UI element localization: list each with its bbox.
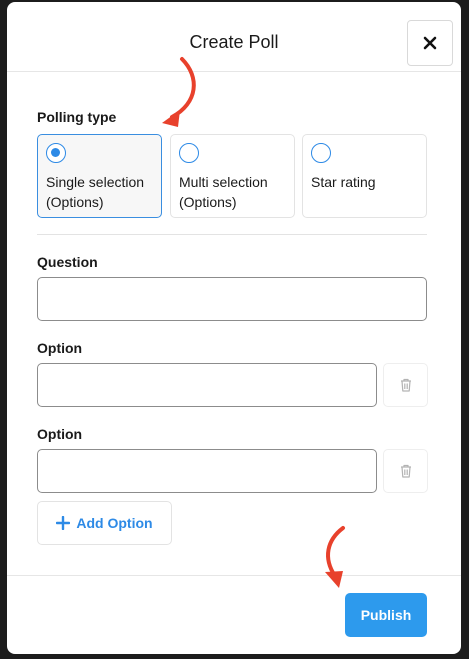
option-input[interactable] (37, 363, 377, 407)
add-option-label: Add Option (76, 515, 153, 531)
add-option-button[interactable]: Add Option (37, 501, 172, 545)
polling-type-option-label: Single selection (Options) (46, 174, 145, 210)
polling-type-option-label: Star rating (311, 174, 376, 190)
polling-type-label: Polling type (37, 109, 117, 125)
option-input[interactable] (37, 449, 377, 493)
polling-type-multi-selection[interactable]: Multi selection (Options) (170, 134, 295, 218)
publish-button[interactable]: Publish (345, 593, 427, 637)
modal-header: Create Poll (7, 2, 461, 72)
polling-type-single-selection[interactable]: Single selection (Options) (37, 134, 162, 218)
close-icon (423, 36, 437, 50)
option-label: Option (37, 340, 83, 356)
modal-title: Create Poll (189, 32, 279, 52)
polling-type-option-label: Multi selection (Options) (179, 174, 268, 210)
delete-option-button[interactable] (383, 449, 428, 493)
trash-icon (400, 378, 411, 392)
question-input[interactable] (37, 277, 427, 321)
trash-icon (400, 464, 411, 478)
section-divider (37, 234, 427, 235)
question-label: Question (37, 254, 98, 270)
close-button[interactable] (407, 20, 453, 66)
option-label: Option (37, 426, 83, 442)
footer-divider (7, 575, 461, 576)
plus-icon (56, 516, 71, 530)
create-poll-modal: Create Poll Polling type Single selectio… (7, 2, 461, 654)
radio-unselected-icon[interactable] (179, 143, 199, 163)
radio-selected-icon[interactable] (46, 143, 66, 163)
delete-option-button[interactable] (383, 363, 428, 407)
radio-unselected-icon[interactable] (311, 143, 331, 163)
polling-type-star-rating[interactable]: Star rating (302, 134, 427, 218)
